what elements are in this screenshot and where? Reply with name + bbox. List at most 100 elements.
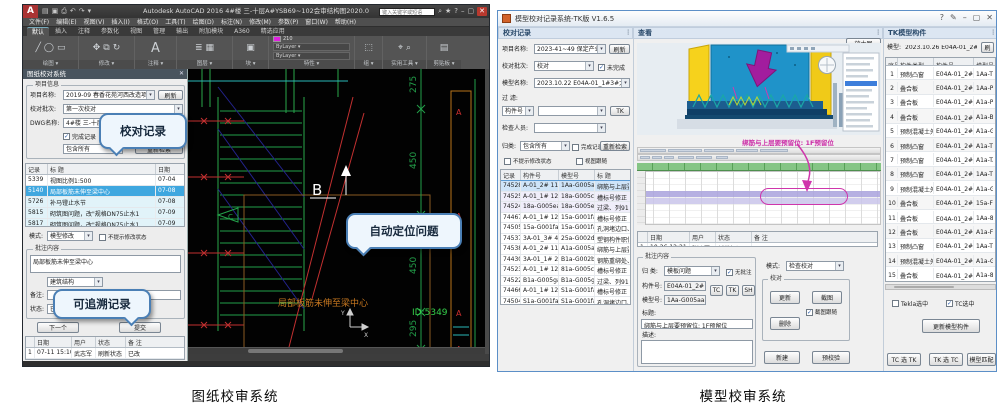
unfinished-checkbox[interactable]: ✓未完成	[598, 63, 625, 72]
component-row[interactable]: 10 叠合板 E04A-01_2# 12F... 15a-F001	[886, 196, 995, 210]
line-tool-icon[interactable]: ╱	[35, 43, 40, 53]
chevron-down-icon[interactable]: ▾	[585, 62, 593, 70]
tk-button[interactable]: TK	[726, 285, 739, 296]
group-icon[interactable]: ⬚	[364, 43, 373, 53]
batch-combo[interactable]: 校对▾	[534, 61, 594, 71]
search-button[interactable]: 重新检索	[600, 141, 630, 151]
update-button[interactable]: 更新	[770, 291, 800, 304]
history-row[interactable]: 1 07-11 15:10 武志军 刷新状态 已改	[26, 348, 184, 359]
canvas-hscrollbar[interactable]	[188, 347, 485, 354]
layers-icon[interactable]: ≣	[195, 43, 203, 53]
chevron-down-icon[interactable]: ▾	[597, 124, 605, 132]
record-row[interactable]: 74504 S1a-G001fasba S1a-G001fasba 孔洞堵边口、…	[501, 297, 630, 306]
model-match-button[interactable]: 模型匹配	[967, 353, 996, 366]
tekla-select-checkbox[interactable]: .Tekla选中	[892, 299, 928, 308]
no-prompt-checkbox[interactable]: .不提示修改状态	[99, 233, 147, 241]
move-tool-icon[interactable]: ✥	[93, 43, 101, 53]
record-row[interactable]: 74505 15a-G001fasba 15a-G001fasba 孔洞堵边口、…	[501, 223, 630, 234]
tk-button[interactable]: TK	[610, 106, 630, 116]
chevron-down-icon[interactable]: ▾	[525, 107, 533, 115]
sh-button[interactable]: SH	[742, 285, 755, 296]
new-icon[interactable]: ▤	[42, 5, 49, 18]
help-icon[interactable]: ?	[454, 7, 458, 16]
search-input[interactable]: 键入关键字或短语	[379, 8, 435, 16]
ribbon-tab[interactable]: 注释	[73, 27, 95, 36]
new-button[interactable]: 新建	[764, 351, 800, 364]
pin-icon[interactable]: ⫶	[627, 28, 629, 39]
record-row[interactable]: 5817 砌筑图问题，改"规格DN75止水1 07-09	[26, 219, 184, 227]
panel-header-view[interactable]: 查看⫶	[633, 27, 883, 39]
refresh-button[interactable]: 刷新	[609, 44, 630, 54]
menu-item[interactable]: 视图(V)	[84, 18, 105, 26]
delete-button[interactable]: 删除	[770, 317, 800, 330]
view-follow-checkbox[interactable]: .视图跟随	[576, 157, 607, 165]
no-prompt-checkbox[interactable]: .不提示修改状态	[504, 157, 552, 165]
project-combo[interactable]: 2019-09 春香花苑河西改造项目▾	[63, 90, 155, 100]
precheck-button[interactable]: 预校验	[812, 351, 850, 364]
layer-props-icon[interactable]: ▦	[206, 43, 215, 53]
chevron-down-icon[interactable]: ▾	[561, 142, 569, 150]
ribbon-tab[interactable]: 附加模块	[194, 27, 228, 36]
component-row[interactable]: 3 叠合板 E04A-01_2# 3F Y... A1a-P003	[886, 95, 995, 109]
component-row[interactable]: 8 预制凸窗 E04A-01_2# 3F Y... 1Aa-T003	[886, 167, 995, 181]
record-row[interactable]: 74466 A-01_1# 12F YGC S1a-G001fasba 槽标号修…	[501, 286, 630, 297]
edit-icon[interactable]: ✎	[950, 13, 957, 22]
close-button[interactable]: ✕	[986, 13, 993, 22]
color-swatch[interactable]	[273, 36, 281, 42]
update-components-button[interactable]: 更新模型构件	[922, 319, 980, 333]
record-row[interactable]: 5815 砌筑图问题，改"规格DN75止水1 07-09	[26, 208, 184, 219]
maximize-button[interactable]: ▢	[468, 7, 475, 16]
pin-icon[interactable]: ⫶	[992, 28, 994, 39]
chevron-down-icon[interactable]: ▾	[621, 79, 629, 87]
chevron-down-icon[interactable]: ▾	[146, 91, 154, 99]
screenshot-follow-checkbox[interactable]: ✓截图跟随	[806, 308, 837, 316]
help-icon[interactable]: ?	[940, 13, 944, 22]
record-row[interactable]: 74524 18a-G005easba 18a-G005easba 过梁、列91…	[501, 202, 630, 213]
print-icon[interactable]: ⎙	[61, 5, 67, 18]
tk-refresh-button[interactable]: 刷	[981, 42, 994, 53]
done-checkbox[interactable]: ✓完成记录	[63, 132, 96, 141]
component-row[interactable]: 1 预制凸窗 E04A-01_2# 3F Y... 1Aa-T001	[886, 66, 995, 80]
ribbon-tab[interactable]: 精选应用	[256, 27, 290, 36]
sheet-tabs-strip[interactable]	[637, 147, 881, 154]
close-icon[interactable]: ✕	[179, 69, 184, 79]
tc-to-tk-button[interactable]: TC 选 TK	[887, 353, 921, 366]
record-row[interactable]: 74430 3A-01_1# 2F YGC B1a-G002bbbda 钢筋重绑…	[501, 255, 630, 266]
clipboard-icon[interactable]: ▤	[440, 43, 449, 53]
menu-item[interactable]: 参数(P)	[278, 18, 298, 26]
panel-header-tk[interactable]: TK模型构件⫶	[883, 27, 997, 39]
menu-item[interactable]: 帮助(H)	[335, 18, 356, 26]
no-note-checkbox[interactable]: ✓无批注	[726, 268, 752, 276]
block-icon[interactable]: ▣	[246, 43, 255, 53]
record-row[interactable]: 74537 3A-01_3# 4F YGC 25a-G002dabaa 塑钢构件…	[501, 234, 630, 245]
note-textarea[interactable]: 局部板筋未伸至梁中心	[30, 255, 181, 273]
component-row[interactable]: 6 预制凸窗 E04A-01_2# 3F Y... A1a-T001	[886, 138, 995, 152]
record-row[interactable]: 5140 局部板筋未伸至梁中心 07-08	[26, 186, 184, 197]
component-filter-input[interactable]: ▾	[538, 106, 606, 116]
chevron-down-icon[interactable]: ▾	[88, 5, 92, 18]
record-row[interactable]: 5339 视图比例1:500 07-04	[26, 175, 184, 186]
tk-table-hscrollbar[interactable]	[885, 284, 996, 290]
done-checkbox[interactable]: .完成记录	[572, 143, 603, 151]
chevron-down-icon[interactable]: ▾	[597, 45, 605, 53]
chevron-down-icon[interactable]: ▾	[94, 278, 102, 286]
linetype-combo[interactable]: ByLayer ▾	[273, 43, 350, 51]
tk-to-tc-button[interactable]: TK 选 TC	[929, 353, 963, 366]
desc-textarea[interactable]	[641, 340, 753, 364]
close-button[interactable]: ✕	[477, 7, 487, 16]
component-row[interactable]: 15 叠合板 E04A-01_2# 九层... A1a-8005	[886, 267, 995, 281]
record-row[interactable]: 5726 补马镫止水节 07-08	[26, 197, 184, 208]
record-row[interactable]: 74528 A-01_2# 11F YGC 1Aa-G005aaase 绑筋与上…	[501, 181, 630, 192]
autocad-app-button[interactable]: A	[23, 5, 38, 18]
menu-item[interactable]: 格式(O)	[137, 18, 158, 26]
tc-select-checkbox[interactable]: ✓TC选中	[946, 299, 975, 308]
lineweight-combo[interactable]: ByLayer ▾	[273, 52, 350, 60]
screenshot-button[interactable]: 截图	[812, 291, 842, 304]
model-name-combo[interactable]: 2023.10.22 E04A-01_1#3#大厦ZIP▾	[534, 78, 630, 88]
search-icon[interactable]: ⌕	[438, 7, 442, 16]
menu-item[interactable]: 窗口(W)	[305, 18, 328, 26]
select-icon[interactable]: ⌕	[406, 43, 411, 53]
save-icon[interactable]: ▣	[52, 5, 59, 18]
component-row[interactable]: 13 预制凸窗 E04A-01_2# 8F Y... 1Aa-T001	[886, 239, 995, 253]
redo-icon[interactable]: ↷	[79, 5, 85, 18]
